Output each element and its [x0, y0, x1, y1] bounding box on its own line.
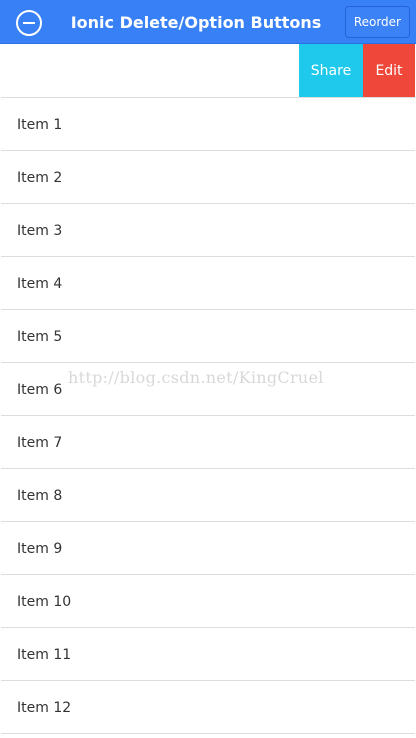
list-item-label: Item 6: [17, 382, 63, 398]
swiped-list-item[interactable]: Share Edit: [1, 44, 415, 98]
reorder-button[interactable]: Reorder: [344, 6, 410, 38]
minus-circle-icon[interactable]: [16, 10, 42, 36]
list-item[interactable]: Item 2: [1, 151, 415, 204]
list-item[interactable]: Item 11: [1, 628, 415, 681]
list-item[interactable]: Item 8: [1, 469, 415, 522]
list-item-label: Item 9: [17, 541, 63, 557]
header-bar: Ionic Delete/Option Buttons Reorder: [0, 0, 416, 44]
list-item[interactable]: Item 3: [1, 204, 415, 257]
list-item-label: Item 11: [17, 647, 72, 663]
list-item-label: Item 1: [17, 117, 63, 133]
item-list: Share Edit Item 1 Item 2 Item 3 Item 4 Item …: [1, 44, 415, 734]
list-item-label: Item 5: [17, 329, 63, 345]
list-item-label: Item 3: [17, 223, 63, 239]
app: Ionic Delete/Option Buttons Reorder Shar…: [0, 0, 416, 738]
share-button[interactable]: Share: [299, 44, 363, 97]
list-item-label: Item 12: [17, 700, 72, 716]
minus-bar: [23, 22, 35, 24]
list-item[interactable]: Item 1: [1, 98, 415, 151]
page-title: Ionic Delete/Option Buttons: [70, 13, 322, 32]
list-item-label: Item 10: [17, 594, 72, 610]
list-item-label: Item 4: [17, 276, 63, 292]
list-item[interactable]: Item 4: [1, 257, 415, 310]
list-item[interactable]: Item 10: [1, 575, 415, 628]
edit-button[interactable]: Edit: [363, 44, 415, 97]
list-item[interactable]: Item 5: [1, 310, 415, 363]
list-item-label: Item 2: [17, 170, 63, 186]
items-container: Item 1 Item 2 Item 3 Item 4 Item 5 Item 6 Item…: [1, 98, 415, 734]
list-item[interactable]: Item 7: [1, 416, 415, 469]
list-item[interactable]: Item 6: [1, 363, 415, 416]
list-item-label: Item 8: [17, 488, 63, 504]
list-item[interactable]: Item 12: [1, 681, 415, 734]
list-item[interactable]: Item 9: [1, 522, 415, 575]
list-item-label: Item 7: [17, 435, 63, 451]
